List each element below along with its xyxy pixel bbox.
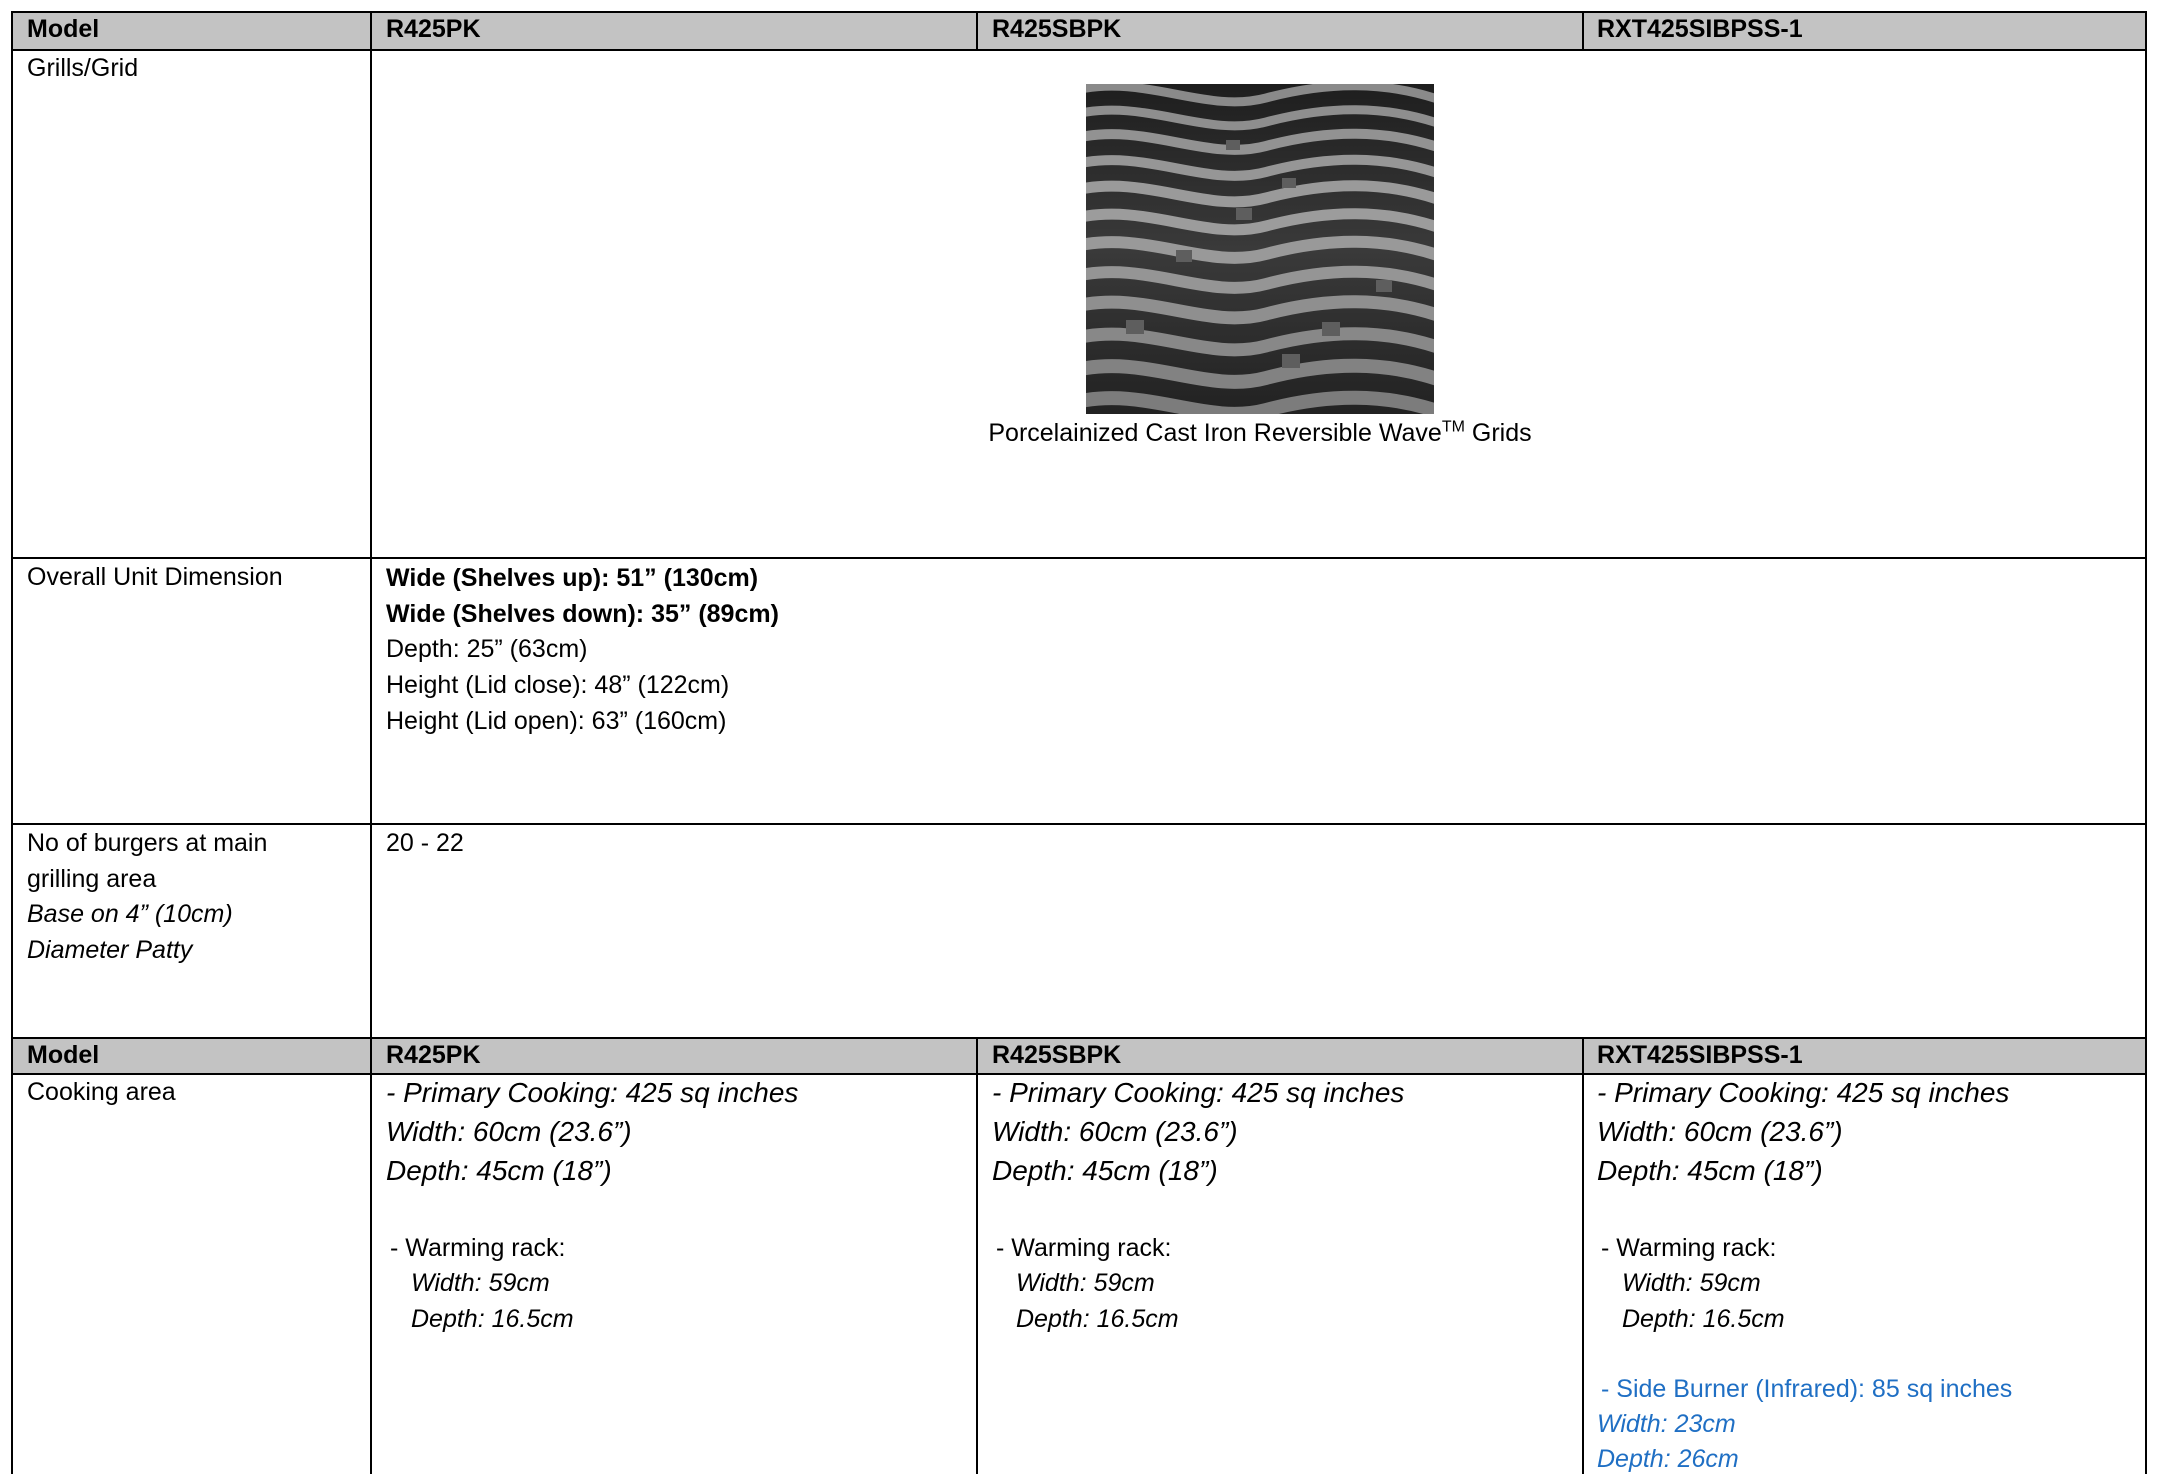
cooking-primary: - Primary Cooking: 425 sq inches bbox=[992, 1077, 1405, 1108]
side-burner-depth: Depth: 26cm bbox=[1597, 1445, 1739, 1473]
rule bbox=[11, 11, 13, 1474]
side-burner-width: Width: 23cm bbox=[1597, 1410, 1736, 1438]
warming-width: Width: 59cm bbox=[411, 1269, 550, 1297]
rule bbox=[976, 1037, 978, 1474]
rule bbox=[1582, 1037, 1584, 1474]
warming-depth: Depth: 16.5cm bbox=[1622, 1305, 1785, 1333]
cooking-depth: Depth: 45cm (18”) bbox=[1597, 1155, 1823, 1186]
warming-rack: - Warming rack: bbox=[996, 1234, 1172, 1262]
cooking-depth: Depth: 45cm (18”) bbox=[992, 1155, 1218, 1186]
warming-depth: Depth: 16.5cm bbox=[1016, 1305, 1179, 1333]
burgers-label-line1: No of burgers at main bbox=[27, 829, 268, 857]
row-label-grills: Grills/Grid bbox=[27, 54, 139, 82]
header-r425sbpk: R425SBPK bbox=[992, 1041, 1122, 1069]
dimension-height-open: Height (Lid open): 63” (160cm) bbox=[386, 707, 727, 735]
spec-table: Model R425PK R425SBPK RXT425SIBPSS-1 Gri… bbox=[0, 0, 2157, 1474]
cooking-width: Width: 60cm (23.6”) bbox=[386, 1116, 632, 1147]
grid-caption: Porcelainized Cast Iron Reversible WaveT… bbox=[380, 416, 2140, 450]
burgers-label-line3: Base on 4” (10cm) bbox=[27, 900, 233, 928]
header-r425pk: R425PK bbox=[386, 1041, 481, 1069]
warming-rack: - Warming rack: bbox=[1601, 1234, 1777, 1262]
header-model: Model bbox=[27, 1041, 100, 1069]
rule bbox=[2145, 11, 2147, 1474]
header-model: Model bbox=[27, 15, 100, 43]
row-label-dimension: Overall Unit Dimension bbox=[27, 563, 283, 591]
rule bbox=[11, 557, 2147, 559]
warming-width: Width: 59cm bbox=[1016, 1269, 1155, 1297]
cooking-primary: - Primary Cooking: 425 sq inches bbox=[1597, 1077, 2010, 1108]
cooking-width: Width: 60cm (23.6”) bbox=[992, 1116, 1238, 1147]
rule bbox=[976, 11, 978, 50]
header-rxt425sibpss: RXT425SIBPSS-1 bbox=[1597, 15, 1803, 43]
rule bbox=[370, 11, 372, 1474]
caption-end: Grids bbox=[1464, 419, 1532, 447]
burgers-label-line2: grilling area bbox=[27, 865, 157, 893]
cooking-primary: - Primary Cooking: 425 sq inches bbox=[386, 1077, 799, 1108]
warming-width: Width: 59cm bbox=[1622, 1269, 1761, 1297]
dimension-depth: Depth: 25” (63cm) bbox=[386, 635, 588, 663]
side-burner: - Side Burner (Infrared): 85 sq inches bbox=[1601, 1375, 2013, 1403]
cooking-width: Width: 60cm (23.6”) bbox=[1597, 1116, 1843, 1147]
wave-grid-icon bbox=[1086, 84, 1434, 414]
warming-depth: Depth: 16.5cm bbox=[411, 1305, 574, 1333]
burgers-value: 20 - 22 bbox=[386, 829, 464, 857]
rule bbox=[1582, 11, 1584, 50]
burgers-label-line4: Diameter Patty bbox=[27, 936, 193, 964]
rule bbox=[11, 823, 2147, 825]
cooking-depth: Depth: 45cm (18”) bbox=[386, 1155, 612, 1186]
header-r425sbpk: R425SBPK bbox=[992, 15, 1122, 43]
wave-grid-image bbox=[1086, 84, 1434, 414]
header-rxt425sibpss: RXT425SIBPSS-1 bbox=[1597, 1041, 1803, 1069]
dimension-wide-down: Wide (Shelves down): 35” (89cm) bbox=[386, 600, 779, 628]
caption-trademark: TM bbox=[1441, 418, 1465, 436]
dimension-height-close: Height (Lid close): 48” (122cm) bbox=[386, 671, 730, 699]
dimension-wide-up: Wide (Shelves up): 51” (130cm) bbox=[386, 564, 759, 592]
caption-text: Porcelainized Cast Iron Reversible Wave bbox=[988, 419, 1442, 447]
rule bbox=[11, 49, 2147, 51]
warming-rack: - Warming rack: bbox=[390, 1234, 566, 1262]
header-r425pk: R425PK bbox=[386, 15, 481, 43]
row-label-cooking: Cooking area bbox=[27, 1078, 176, 1106]
